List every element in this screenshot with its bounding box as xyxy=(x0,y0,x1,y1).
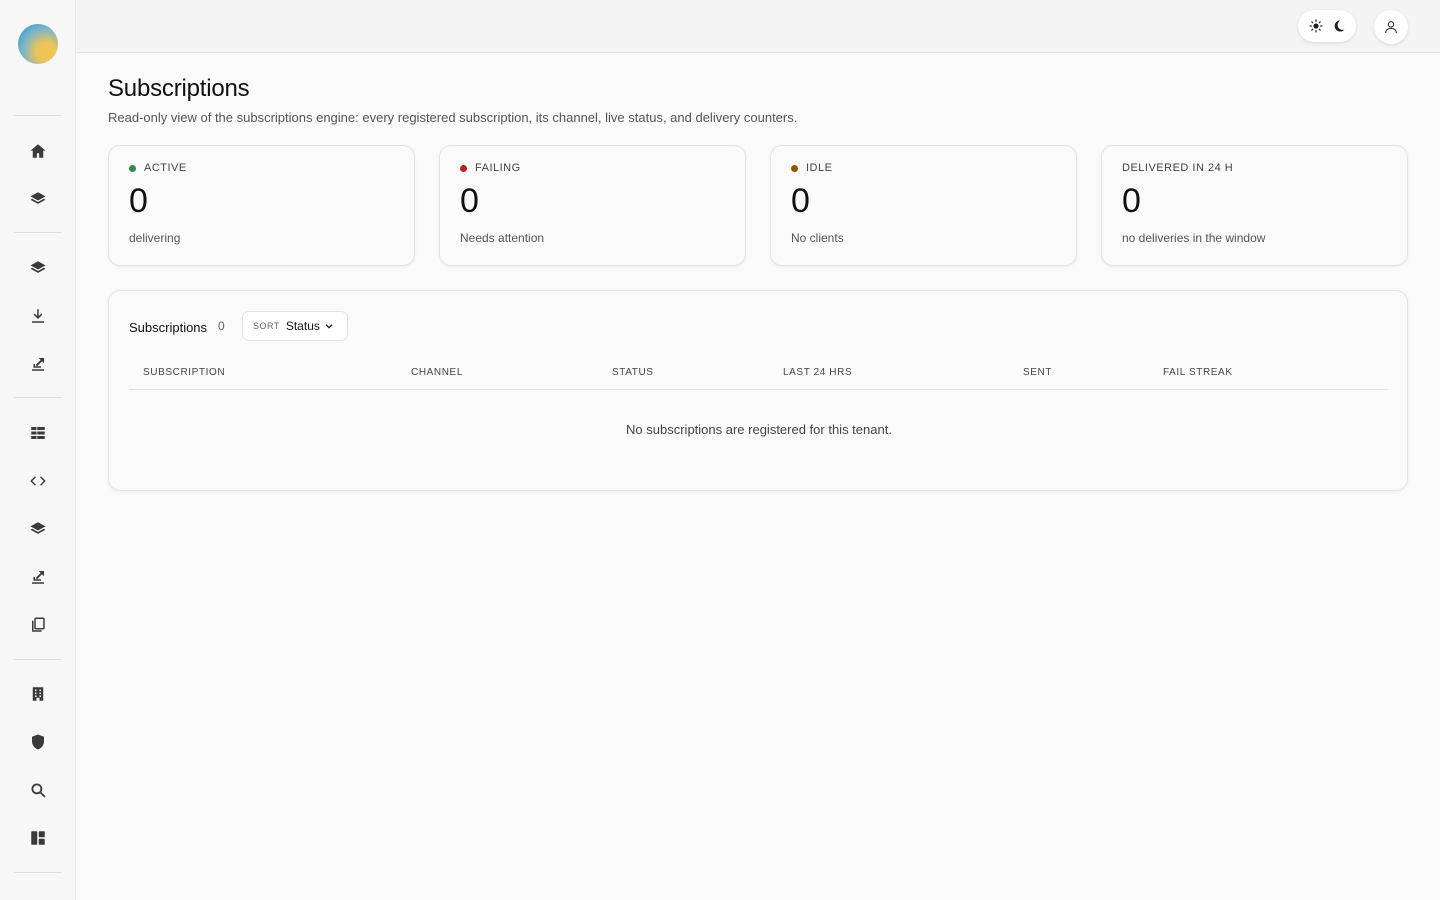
page-title: Subscriptions xyxy=(108,75,250,102)
sidebar-divider xyxy=(14,232,62,233)
sidebar-item-grid[interactable] xyxy=(26,421,50,445)
logo[interactable] xyxy=(18,24,58,64)
stat-card-delivered: DELIVERED IN 24 H 0 no deliveries in the… xyxy=(1101,145,1408,266)
subscriptions-table-card: Subscriptions 0 SORT Status SUBSCRIPTION… xyxy=(108,290,1408,491)
stat-label-text: FAILING xyxy=(475,162,521,174)
layers-icon xyxy=(30,522,46,534)
sidebar-item-code[interactable] xyxy=(26,469,50,493)
layers-icon xyxy=(30,261,46,273)
sidebar-divider xyxy=(14,115,62,116)
building-icon xyxy=(32,687,44,701)
stat-value: 0 xyxy=(129,182,148,220)
export-icon xyxy=(32,358,44,371)
search-icon xyxy=(31,783,46,798)
sidebar-item-copy[interactable] xyxy=(26,613,50,637)
stat-label-text: IDLE xyxy=(806,162,833,174)
stat-value: 0 xyxy=(791,182,810,220)
table-header: SUBSCRIPTION CHANNEL STATUS LAST 24 HRS … xyxy=(129,367,1388,390)
download-icon xyxy=(32,309,44,323)
stat-card-idle: IDLE 0 No clients xyxy=(770,145,1077,266)
stat-label-text: DELIVERED IN 24 H xyxy=(1122,162,1234,174)
shield-icon xyxy=(32,734,44,750)
sidebar-item-building[interactable] xyxy=(26,682,50,706)
sidebar-item-search[interactable] xyxy=(26,778,50,802)
column-header-fail-streak[interactable]: FAIL STREAK xyxy=(1163,367,1233,378)
sidebar-item-export-1[interactable] xyxy=(26,352,50,376)
stat-card-failing: FAILING 0 Needs attention xyxy=(439,145,746,266)
empty-state-message: No subscriptions are registered for this… xyxy=(626,422,892,437)
dashboard-icon xyxy=(31,831,45,845)
light-theme-button[interactable] xyxy=(1306,16,1326,36)
top-bar xyxy=(76,0,1440,53)
sidebar xyxy=(0,0,76,900)
copy-icon xyxy=(32,617,45,632)
sidebar-item-shield[interactable] xyxy=(26,730,50,754)
sidebar-divider xyxy=(14,659,62,660)
sidebar-divider xyxy=(14,872,62,873)
column-header-subscription[interactable]: SUBSCRIPTION xyxy=(143,367,225,378)
sun-icon xyxy=(1309,19,1322,33)
sidebar-divider xyxy=(14,397,62,398)
column-header-sent[interactable]: SENT xyxy=(1023,367,1052,378)
stat-label-text: ACTIVE xyxy=(144,162,187,174)
sort-value: Status xyxy=(285,319,320,333)
stat-subtext: No clients xyxy=(791,231,844,245)
stats-cards: ACTIVE 0 delivering FAILING 0 Needs atte… xyxy=(108,145,1408,266)
stat-subtext: Needs attention xyxy=(460,231,545,245)
user-menu-button[interactable] xyxy=(1374,10,1408,44)
grid-icon xyxy=(31,427,45,439)
sort-label: SORT xyxy=(253,321,280,331)
table-title: Subscriptions xyxy=(129,320,208,335)
user-icon xyxy=(1385,21,1397,34)
stat-value: 0 xyxy=(460,182,479,220)
stat-card-active: ACTIVE 0 delivering xyxy=(108,145,415,266)
layers-icon xyxy=(30,192,46,204)
stat-subtext: no deliveries in the window xyxy=(1122,231,1266,245)
sidebar-item-home[interactable] xyxy=(26,139,50,163)
stat-label: ACTIVE xyxy=(129,162,187,174)
sidebar-item-layers-3[interactable] xyxy=(26,517,50,541)
sidebar-item-dashboard[interactable] xyxy=(26,826,50,850)
column-header-status[interactable]: STATUS xyxy=(612,367,654,378)
status-dot xyxy=(460,164,467,172)
sidebar-item-layers-2[interactable] xyxy=(26,256,50,280)
sort-dropdown[interactable]: SORT Status xyxy=(242,311,348,341)
dark-theme-button[interactable] xyxy=(1329,16,1349,36)
sidebar-item-download[interactable] xyxy=(26,304,50,328)
sidebar-item-export-2[interactable] xyxy=(26,565,50,589)
moon-icon xyxy=(1334,20,1345,32)
sidebar-item-layers-1[interactable] xyxy=(26,187,50,211)
status-dot xyxy=(791,164,798,172)
stat-label: FAILING xyxy=(460,162,521,174)
table-count: 0 xyxy=(218,319,225,333)
chevron-down-icon xyxy=(325,324,333,329)
column-header-last-24-hrs[interactable]: LAST 24 HRS xyxy=(783,367,852,378)
column-header-channel[interactable]: CHANNEL xyxy=(411,367,463,378)
home-icon xyxy=(30,144,46,158)
status-dot xyxy=(129,164,136,172)
page-description: Read-only view of the subscriptions engi… xyxy=(108,110,798,125)
stat-label: IDLE xyxy=(791,162,832,174)
stat-value: 0 xyxy=(1122,182,1141,220)
stat-label: DELIVERED IN 24 H xyxy=(1122,162,1233,174)
code-icon xyxy=(30,476,46,486)
theme-toggle[interactable] xyxy=(1298,10,1356,42)
export-icon xyxy=(32,571,44,584)
stat-subtext: delivering xyxy=(129,231,181,245)
